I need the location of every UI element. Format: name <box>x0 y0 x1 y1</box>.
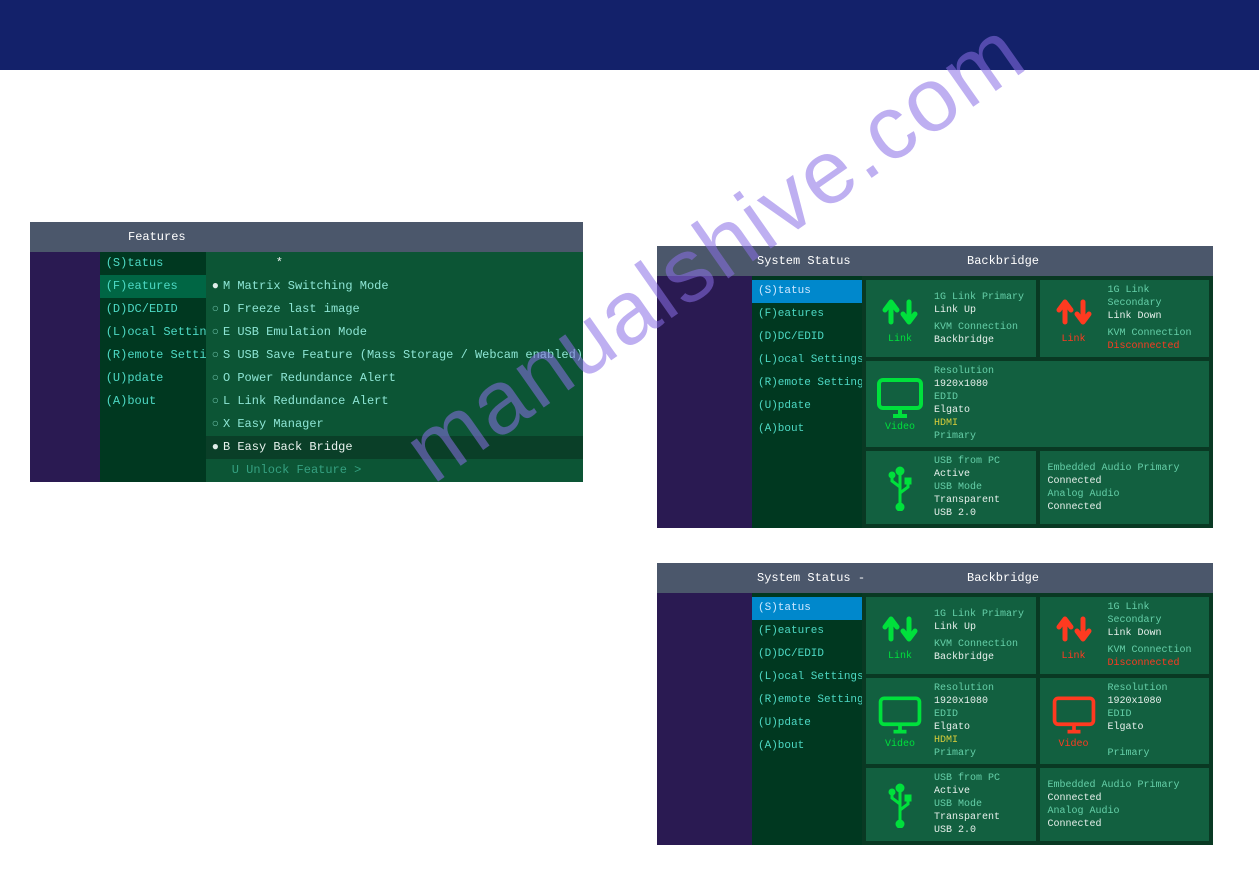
sidebar-item-update[interactable]: (U)pdate <box>100 367 206 390</box>
feature-list: * ●M Matrix Switching Mode ○D Freeze las… <box>206 252 583 482</box>
feature-matrix[interactable]: ●M Matrix Switching Mode <box>206 275 583 298</box>
link-secondary-card: Link 1G Link Secondary Link Down KVM Con… <box>1040 597 1210 674</box>
status-panel: System Status Backbridge (S)tatus (F)eat… <box>657 246 1213 528</box>
monitor-icon: Video <box>868 365 932 443</box>
sidebar-item-status[interactable]: (S)tatus <box>752 597 862 620</box>
feature-power[interactable]: ○O Power Redundance Alert <box>206 367 583 390</box>
panel-title-bar: System Status Backbridge <box>657 246 1213 276</box>
sidebar-item-features[interactable]: (F)eatures <box>100 275 206 298</box>
feature-link[interactable]: ○L Link Redundance Alert <box>206 390 583 413</box>
sidebar: (S)tatus (F)eatures (D)DC/EDID (L)ocal S… <box>752 593 862 845</box>
link-down-icon: Link <box>1042 601 1106 670</box>
panel-title: Features <box>30 222 583 252</box>
link-primary-card: Link 1G Link Primary Link Up KVM Connect… <box>866 280 1036 357</box>
sidebar-item-remote[interactable]: (R)emote Settings <box>100 344 206 367</box>
title-backbridge: Backbridge <box>867 563 1213 593</box>
video-primary-card: Video Resolution 1920x1080 EDID Elgato H… <box>866 678 1036 764</box>
sidebar-item-about[interactable]: (A)bout <box>752 418 862 441</box>
title-system-status-dual: System Status - DUAL <box>657 563 867 593</box>
sidebar-item-about[interactable]: (A)bout <box>752 735 862 758</box>
sidebar: (S)tatus (F)eatures (D)DC/EDID (L)ocal S… <box>100 252 206 482</box>
features-panel: Features (S)tatus (F)eatures (D)DC/EDID … <box>30 222 583 482</box>
sidebar-item-features[interactable]: (F)eatures <box>752 620 862 643</box>
link-secondary-card: Link 1G Link Secondary Link Down KVM Con… <box>1040 280 1210 357</box>
sidebar-item-remote[interactable]: (R)emote Settings <box>752 372 862 395</box>
usb-icon <box>868 455 932 520</box>
usb-icon <box>868 772 932 837</box>
sidebar-item-local[interactable]: (L)ocal Settings <box>752 349 862 372</box>
feature-usb-emu[interactable]: ○E USB Emulation Mode <box>206 321 583 344</box>
usb-card: USB from PC Active USB Mode Transparent … <box>866 451 1036 524</box>
sidebar-item-remote[interactable]: (R)emote Settings <box>752 689 862 712</box>
sidebar-item-ddc[interactable]: (D)DC/EDID <box>752 643 862 666</box>
video-secondary-card: Video Resolution 1920x1080 EDID Elgato P… <box>1040 678 1210 764</box>
sidebar-item-local[interactable]: (L)ocal Settings <box>752 666 862 689</box>
gutter <box>657 593 752 845</box>
link-primary-card: Link 1G Link Primary Link Up KVM Connect… <box>866 597 1036 674</box>
status-grid: Link 1G Link Primary Link Up KVM Connect… <box>862 276 1213 528</box>
sidebar-item-status[interactable]: (S)tatus <box>752 280 862 303</box>
sidebar-item-local[interactable]: (L)ocal Settings <box>100 321 206 344</box>
sidebar: (S)tatus (F)eatures (D)DC/EDID (L)ocal S… <box>752 276 862 528</box>
gutter <box>30 252 100 482</box>
feature-backbridge[interactable]: ●B Easy Back Bridge <box>206 436 583 459</box>
link-up-icon: Link <box>868 601 932 670</box>
feature-easymgr[interactable]: ○X Easy Manager <box>206 413 583 436</box>
panel-title-bar: System Status - DUAL Backbridge <box>657 563 1213 593</box>
audio-card: Embedded Audio Primary Connected Analog … <box>1040 451 1210 524</box>
feature-unlock[interactable]: U Unlock Feature > <box>206 459 583 482</box>
usb-card: USB from PC Active USB Mode Transparent … <box>866 768 1036 841</box>
sidebar-item-ddc[interactable]: (D)DC/EDID <box>752 326 862 349</box>
sidebar-item-ddc[interactable]: (D)DC/EDID <box>100 298 206 321</box>
link-down-icon: Link <box>1042 284 1106 353</box>
top-banner <box>0 0 1259 70</box>
video-card: Video Resolution 1920x1080 EDID Elgato H… <box>866 361 1209 447</box>
monitor-icon: Video <box>868 682 932 760</box>
audio-card: Embedded Audio Primary Connected Analog … <box>1040 768 1210 841</box>
gutter <box>657 276 752 528</box>
title-backbridge: Backbridge <box>867 246 1213 276</box>
link-up-icon: Link <box>868 284 932 353</box>
sidebar-item-about[interactable]: (A)bout <box>100 390 206 413</box>
title-system-status: System Status <box>657 246 867 276</box>
star-row: * <box>206 252 583 275</box>
feature-freeze[interactable]: ○D Freeze last image <box>206 298 583 321</box>
feature-usb-save[interactable]: ○S USB Save Feature (Mass Storage / Webc… <box>206 344 583 367</box>
status-grid: Link 1G Link Primary Link Up KVM Connect… <box>862 593 1213 845</box>
sidebar-item-status[interactable]: (S)tatus <box>100 252 206 275</box>
sidebar-item-update[interactable]: (U)pdate <box>752 712 862 735</box>
monitor-icon: Video <box>1042 682 1106 760</box>
sidebar-item-update[interactable]: (U)pdate <box>752 395 862 418</box>
sidebar-item-features[interactable]: (F)eatures <box>752 303 862 326</box>
status-dual-panel: System Status - DUAL Backbridge (S)tatus… <box>657 563 1213 845</box>
